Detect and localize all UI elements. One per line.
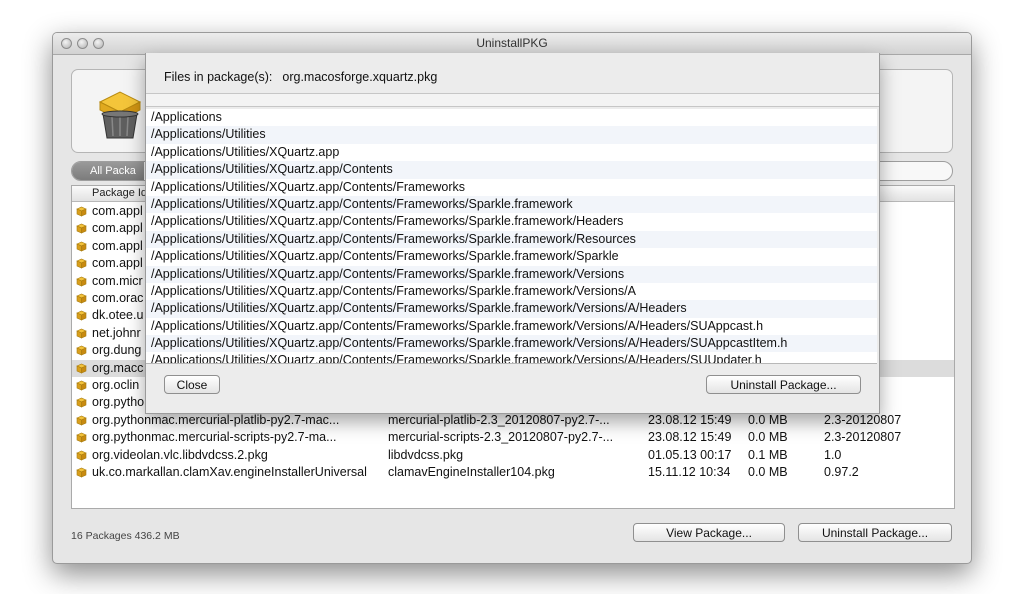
file-list-item[interactable]: /Applications/Utilities/XQuartz.app/Cont… bbox=[146, 283, 877, 300]
title-bar: UninstallPKG bbox=[53, 33, 971, 55]
package-icon bbox=[76, 467, 87, 478]
cell-size: 0.0 MB bbox=[748, 465, 788, 479]
cell-version: 0.97.2 bbox=[824, 465, 859, 479]
file-list-item[interactable]: /Applications/Utilities/XQuartz.app/Cont… bbox=[146, 318, 877, 335]
file-list-item[interactable]: /Applications/Utilities/XQuartz.app/Cont… bbox=[146, 265, 877, 283]
cell-file: mercurial-platlib-2.3_20120807-py2.7-... bbox=[388, 412, 610, 427]
file-list-item[interactable]: /Applications/Utilities/XQuartz.app/Cont… bbox=[146, 352, 877, 363]
file-list-item[interactable]: /Applications/Utilities/XQuartz.app/Cont… bbox=[146, 300, 877, 318]
file-list-item[interactable]: /Applications/Utilities/XQuartz.app/Cont… bbox=[146, 335, 877, 353]
column-header-package-id[interactable]: Package Id bbox=[92, 187, 147, 199]
file-list-item[interactable]: /Applications/Utilities/XQuartz.app/Cont… bbox=[146, 161, 877, 179]
cell-id: uk.co.markallan.clamXav.engineInstallerU… bbox=[92, 465, 367, 479]
file-list-item[interactable]: /Applications/Utilities/XQuartz.app/Cont… bbox=[146, 195, 877, 214]
files-sheet: Files in package(s): org.macosforge.xquar… bbox=[145, 53, 880, 414]
cell-id: org.videolan.vlc.libdvdcss.2.pkg bbox=[92, 447, 268, 462]
package-icon bbox=[76, 206, 87, 217]
package-icon bbox=[76, 224, 87, 234]
view-package-button[interactable]: View Package... bbox=[633, 523, 785, 542]
package-icon bbox=[76, 276, 87, 287]
sheet-divider bbox=[146, 93, 879, 107]
cell-id: org.pythonmac.mercurial-scripts-py2.7-ma… bbox=[92, 430, 337, 445]
table-row[interactable]: uk.co.markallan.clamXav.engineInstallerU… bbox=[72, 464, 954, 481]
cell-file: clamavEngineInstaller104.pkg bbox=[388, 465, 555, 479]
file-list-item[interactable]: /Applications/Utilities/XQuartz.app/Cont… bbox=[146, 179, 877, 196]
sheet-package-name: org.macosforge.xquartz.pkg bbox=[282, 70, 438, 84]
cell-size: 0.0 MB bbox=[748, 430, 788, 445]
cell-size: 0.1 MB bbox=[748, 447, 788, 462]
uninstall-package-button[interactable]: Uninstall Package... bbox=[798, 523, 952, 542]
cell-date: 23.08.12 15:49 bbox=[648, 430, 732, 445]
file-list-item[interactable]: /Applications/Utilities/XQuartz.app/Cont… bbox=[146, 213, 877, 230]
package-icon bbox=[76, 380, 87, 391]
package-icon bbox=[76, 432, 87, 443]
file-list-item[interactable]: /Applications/Utilities bbox=[146, 126, 877, 144]
files-label: Files in package(s): bbox=[164, 70, 273, 84]
package-icon bbox=[76, 258, 87, 269]
package-summary: 16 Packages 436.2 MB bbox=[71, 530, 180, 542]
table-row[interactable]: org.pythonmac.mercurial-platlib-py2.7-ma… bbox=[72, 412, 954, 429]
package-icon bbox=[76, 398, 87, 408]
cell-file: mercurial-scripts-2.3_20120807-py2.7-... bbox=[388, 430, 614, 445]
cell-version: 2.3-20120807 bbox=[824, 430, 902, 445]
cell-file: libdvdcss.pkg bbox=[388, 447, 464, 462]
cell-version: 2.3-20120807 bbox=[824, 412, 902, 427]
cell-size: 0.0 MB bbox=[748, 412, 788, 427]
filter-all-packages[interactable]: All Packa bbox=[72, 162, 144, 180]
file-list[interactable]: /Applications/Applications/Utilities/App… bbox=[146, 109, 877, 364]
file-list-item[interactable]: /Applications/Utilities/XQuartz.app bbox=[146, 144, 877, 161]
sheet-heading: Files in package(s): org.macosforge.xquar… bbox=[164, 70, 437, 84]
package-icon bbox=[76, 241, 87, 252]
package-icon bbox=[76, 345, 87, 356]
sheet-uninstall-package-button[interactable]: Uninstall Package... bbox=[706, 375, 861, 394]
cell-id: org.pythonmac.mercurial-platlib-py2.7-ma… bbox=[92, 412, 340, 427]
file-list-item[interactable]: /Applications/Utilities/XQuartz.app/Cont… bbox=[146, 248, 877, 265]
package-icon bbox=[76, 363, 87, 374]
package-icon bbox=[76, 311, 87, 321]
table-row[interactable]: org.videolan.vlc.libdvdcss.2.pkg libdvdcs… bbox=[72, 447, 954, 464]
window-title: UninstallPKG bbox=[476, 36, 548, 50]
package-icon bbox=[76, 415, 87, 426]
package-icon bbox=[76, 293, 87, 304]
package-trash-icon bbox=[98, 91, 142, 139]
package-icon bbox=[76, 450, 87, 461]
file-list-item[interactable]: /Applications bbox=[146, 109, 877, 126]
cell-date: 23.08.12 15:49 bbox=[648, 412, 732, 427]
package-icon bbox=[76, 328, 87, 339]
cell-date: 15.11.12 10:34 bbox=[648, 465, 731, 479]
close-button[interactable]: Close bbox=[164, 375, 220, 394]
file-list-item[interactable]: /Applications/Utilities/XQuartz.app/Cont… bbox=[146, 230, 877, 249]
cell-date: 01.05.13 00:17 bbox=[648, 447, 732, 462]
table-row[interactable]: org.pythonmac.mercurial-scripts-py2.7-ma… bbox=[72, 429, 954, 446]
cell-version: 1.0 bbox=[824, 447, 842, 462]
